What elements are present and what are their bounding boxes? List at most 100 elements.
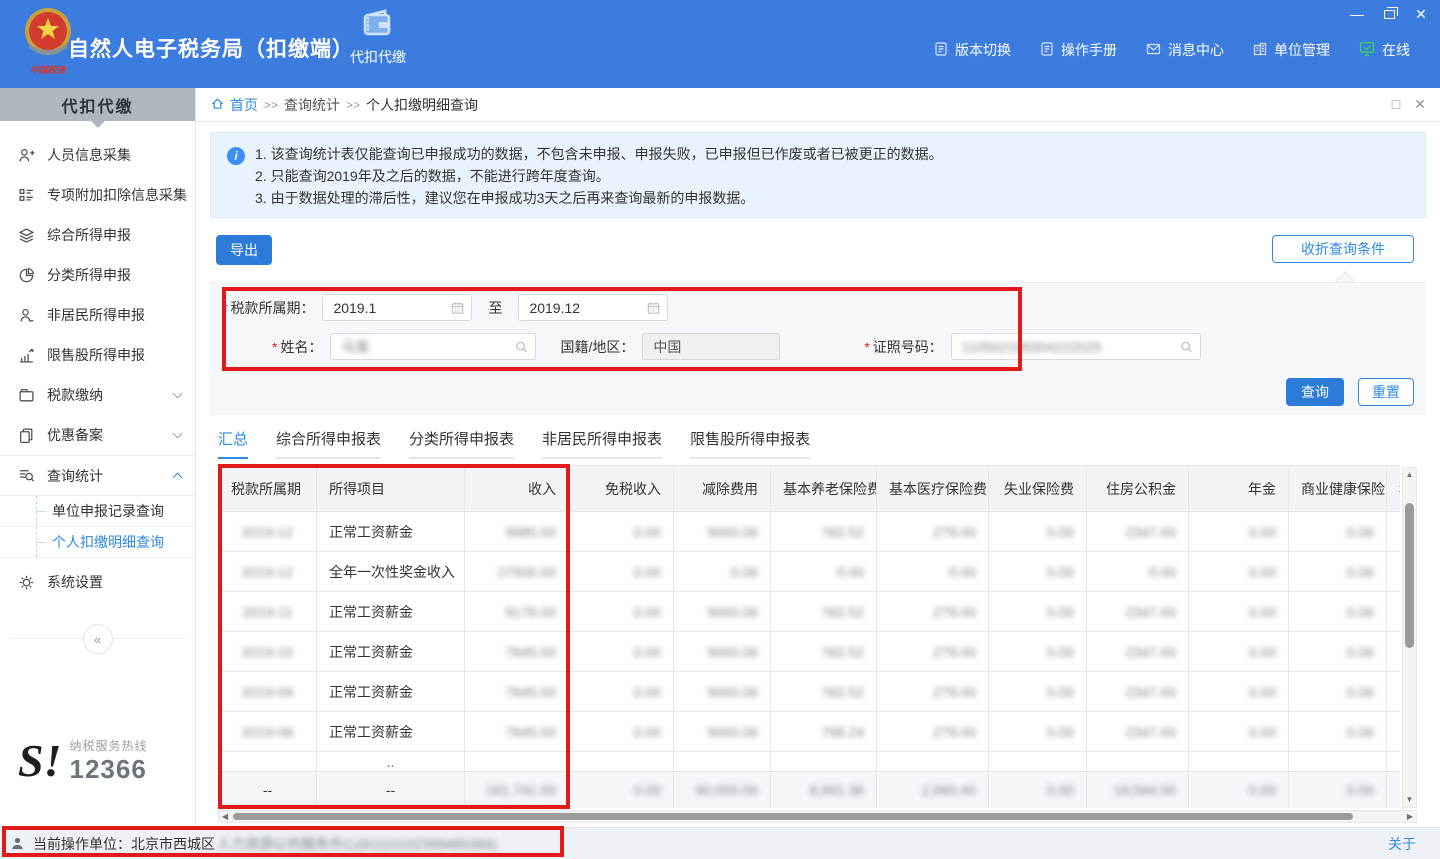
- menu-unit-management[interactable]: 单位管理: [1252, 40, 1330, 60]
- sidebar-item-label: 分类所得申报: [47, 265, 181, 285]
- sidebar-item-classified-income[interactable]: 分类所得申报: [0, 255, 195, 295]
- table-body: 2019-12正常工资薪金9985.000.005000.00762.52279…: [219, 512, 1401, 809]
- table-cell: 0.00: [989, 712, 1087, 752]
- table-cell: 7645.00: [465, 632, 569, 672]
- nationality-value: 中国: [653, 337, 681, 357]
- name-value: 马某: [341, 337, 369, 357]
- scroll-right-arrow[interactable]: ▶: [1404, 811, 1416, 822]
- sidebar-item-preferential-filing[interactable]: 优惠备案: [0, 415, 195, 455]
- nationality-input: 中国: [642, 333, 780, 360]
- close-button[interactable]: ✕: [1410, 4, 1432, 24]
- vertical-scroll-thumb[interactable]: [1405, 503, 1414, 648]
- table-cell: [674, 752, 771, 772]
- wallet-icon: [361, 27, 395, 43]
- sidebar-collapse-button[interactable]: «: [83, 624, 113, 654]
- hotline-block: S! 纳税服务热线 12366: [18, 737, 148, 785]
- menu-manual[interactable]: 操作手册: [1039, 40, 1117, 60]
- notice-line: 2. 只能查询2019年及之后的数据，不能进行跨年度查询。: [255, 165, 1411, 187]
- table-cell: 0.00: [989, 632, 1087, 672]
- name-input[interactable]: 马某: [330, 333, 536, 360]
- scroll-up-arrow[interactable]: ▲: [1403, 469, 1416, 481]
- scroll-left-arrow[interactable]: ◀: [219, 811, 231, 822]
- table-cell: [1189, 752, 1289, 772]
- menu-online-status[interactable]: 在线: [1358, 40, 1410, 60]
- wallet-icon: [18, 387, 35, 404]
- hotline-number: 12366: [69, 754, 147, 785]
- vertical-scrollbar[interactable]: ▲ ▼: [1402, 467, 1417, 808]
- id-number-input[interactable]: 110502199304222029: [951, 333, 1201, 360]
- table-cell: 0.00: [989, 512, 1087, 552]
- tab-nonresident[interactable]: 非居民所得申报表: [542, 428, 662, 459]
- table-cell: 0.00: [569, 672, 674, 712]
- report-tabs: 汇总 综合所得申报表 分类所得申报表 非居民所得申报表 限售股所得申报表: [218, 428, 810, 459]
- sidebar-item-restricted-stock[interactable]: 限售股所得申报: [0, 335, 195, 375]
- results-table: 税款所属期所得项目收入免税收入减除费用基本养老保险费基本医疗保险费失业保险费住房…: [218, 465, 1400, 808]
- column-header: 税款所属期: [219, 466, 317, 512]
- notice-line: 3. 由于数据处理的滞后性，建议您在申报成功3天之后再来查询最新的申报数据。: [255, 187, 1411, 209]
- menu-version-switch[interactable]: 版本切换: [933, 40, 1011, 60]
- sidebar-item-label: 综合所得申报: [47, 225, 181, 245]
- tab-classified[interactable]: 分类所得申报表: [409, 428, 514, 459]
- column-header: 失业保险费: [989, 466, 1087, 512]
- column-header: 基本养老保险费: [771, 466, 877, 512]
- restore-button[interactable]: [1378, 4, 1400, 24]
- search-icon[interactable]: [514, 339, 529, 354]
- minimize-button[interactable]: —: [1346, 4, 1368, 24]
- table-cell: --: [317, 772, 465, 809]
- tax-emblem-logo: 中国税务: [22, 6, 74, 78]
- table-cell: [1387, 772, 1401, 809]
- collapse-query-button[interactable]: 收折查询条件: [1272, 235, 1414, 263]
- period-from-input[interactable]: 2019.1: [322, 294, 472, 321]
- sidebar: 代扣代缴 人员信息采集 专项附加扣除信息采集 综合所得申报 分类所得申报 非居民…: [0, 88, 196, 827]
- scroll-down-arrow[interactable]: ▼: [1403, 794, 1416, 806]
- tab-restricted-stock[interactable]: 限售股所得申报表: [690, 428, 810, 459]
- table-cell: 正常工资薪金: [317, 512, 465, 552]
- panel-maximize-button[interactable]: □: [1392, 96, 1400, 113]
- export-button[interactable]: 导出: [216, 235, 272, 265]
- sidebar-item-special-deduction[interactable]: 专项附加扣除信息采集: [0, 175, 195, 215]
- search-list-icon: [18, 467, 35, 484]
- table-row: 2019-12全年一次性奖金收入27500.000.000.000.000.00…: [219, 552, 1401, 592]
- period-to-input[interactable]: 2019.12: [518, 294, 668, 321]
- search-icon[interactable]: [1179, 339, 1194, 354]
- sidebar-item-system-settings[interactable]: 系统设置: [0, 562, 195, 602]
- table-cell: 0.00: [1189, 592, 1289, 632]
- sidebar-item-nonresident-income[interactable]: 非居民所得申报: [0, 295, 195, 335]
- table-cell: 161,741.00: [465, 772, 569, 809]
- notice-line: 1. 该查询统计表仅能查询已申报成功的数据，不包含未申报、申报失败，已申报但已作…: [255, 143, 1411, 165]
- query-button[interactable]: 查询: [1286, 378, 1344, 406]
- table-cell: 0.00: [1289, 712, 1387, 752]
- app-title: 自然人电子税务局（扣缴端）: [68, 33, 354, 63]
- table-cell: [465, 752, 569, 772]
- breadcrumb-level1[interactable]: 查询统计: [284, 95, 340, 115]
- calendar-icon[interactable]: [450, 300, 465, 315]
- tab-summary[interactable]: 汇总: [218, 428, 248, 459]
- menu-message-center[interactable]: 消息中心: [1145, 40, 1224, 60]
- list-icon: [18, 187, 35, 204]
- breadcrumb-level2: 个人扣缴明细查询: [366, 95, 478, 115]
- nav-tab-daikou-daijiao[interactable]: 代扣代缴: [340, 8, 416, 88]
- table-cell: 5000.00: [674, 592, 771, 632]
- about-link[interactable]: 关于: [1388, 834, 1416, 854]
- table-row: ..: [219, 752, 1401, 772]
- sidebar-header: 代扣代缴: [0, 88, 195, 121]
- sidebar-item-label: 系统设置: [47, 572, 181, 592]
- sidebar-item-personnel-info[interactable]: 人员信息采集: [0, 135, 195, 175]
- horizontal-scroll-thumb[interactable]: [233, 813, 1353, 820]
- tab-comprehensive[interactable]: 综合所得申报表: [276, 428, 381, 459]
- menu-online-label: 在线: [1382, 40, 1410, 60]
- table-cell: 0.00: [1189, 672, 1289, 712]
- current-unit-visible: 北京市西城区: [131, 834, 215, 854]
- panel-close-button[interactable]: ✕: [1414, 96, 1426, 113]
- sidebar-subitem-personal-withholding-query[interactable]: 个人扣缴明细查询: [0, 527, 195, 558]
- table-cell: 0.00: [1189, 512, 1289, 552]
- sidebar-item-query-statistics[interactable]: 查询统计: [0, 455, 195, 495]
- horizontal-scrollbar[interactable]: ◀ ▶: [218, 810, 1417, 823]
- calendar-icon[interactable]: [646, 300, 661, 315]
- sidebar-item-tax-payment[interactable]: 税款缴纳: [0, 375, 195, 415]
- breadcrumb-home[interactable]: 首页: [210, 95, 258, 115]
- sidebar-item-comprehensive-income[interactable]: 综合所得申报: [0, 215, 195, 255]
- sidebar-subitem-unit-declaration-query[interactable]: 单位申报记录查询: [0, 496, 195, 527]
- table-cell: 762.52: [771, 592, 877, 632]
- reset-button[interactable]: 重置: [1358, 378, 1414, 406]
